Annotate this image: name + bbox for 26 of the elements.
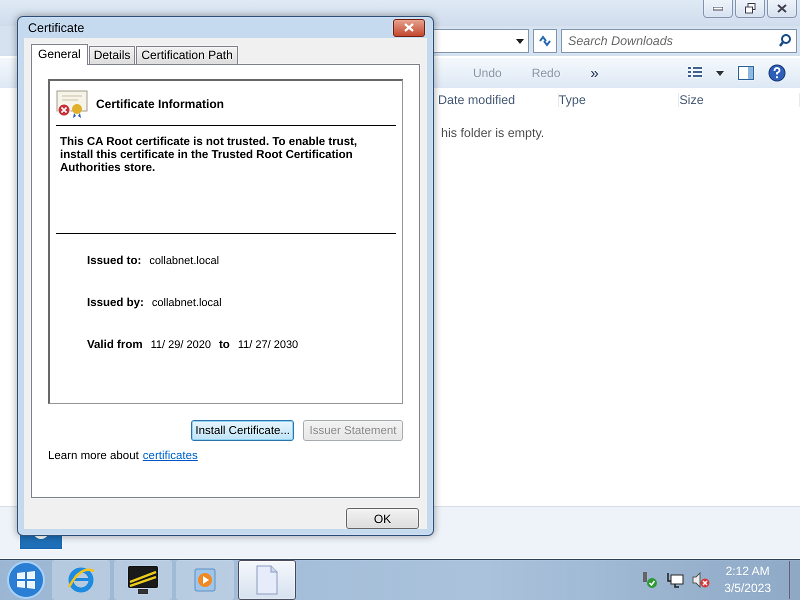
tab[interactable]: Details — [88, 46, 136, 65]
toolbar-item[interactable]: » — [590, 64, 599, 82]
trust-message: This CA Root certificate is not trusted. To enable trust, install this certificate in the Trusted Root Certification Authorities store. — [56, 126, 396, 234]
date-value: 11/ 27/ 2030 — [238, 339, 298, 351]
empty-folder-message: his folder is empty. — [441, 126, 544, 140]
certificates-link[interactable]: certificates — [142, 450, 198, 462]
date-value: 11/ 29/ 2020 — [150, 339, 211, 351]
field-value: collabnet.local — [152, 297, 222, 309]
field-label: Issued by: — [87, 297, 144, 309]
column-header[interactable]: Type — [558, 93, 680, 107]
ok-button[interactable]: OK — [346, 508, 419, 529]
column-header[interactable]: Date modified — [438, 93, 559, 107]
tab[interactable]: General — [31, 44, 88, 65]
tab[interactable]: Certification Path — [136, 46, 238, 65]
window-title: Certificate — [27, 20, 84, 34]
search-field[interactable]: Search Downloads — [561, 29, 797, 53]
field-label: Issued to: — [87, 255, 142, 267]
clock-time: 2:12 AM — [726, 563, 770, 580]
field-value: collabnet.local — [149, 255, 220, 267]
dialog-button[interactable]: Install Certificate... — [191, 420, 294, 441]
column-header[interactable]: Size — [679, 93, 800, 107]
field-label: to — [218, 339, 230, 351]
learn-more-text: Learn more about — [48, 450, 139, 462]
field-label: Valid from — [87, 339, 143, 351]
section-heading: Certificate Information — [96, 97, 224, 111]
clock-date: 3/5/2023 — [724, 580, 771, 597]
